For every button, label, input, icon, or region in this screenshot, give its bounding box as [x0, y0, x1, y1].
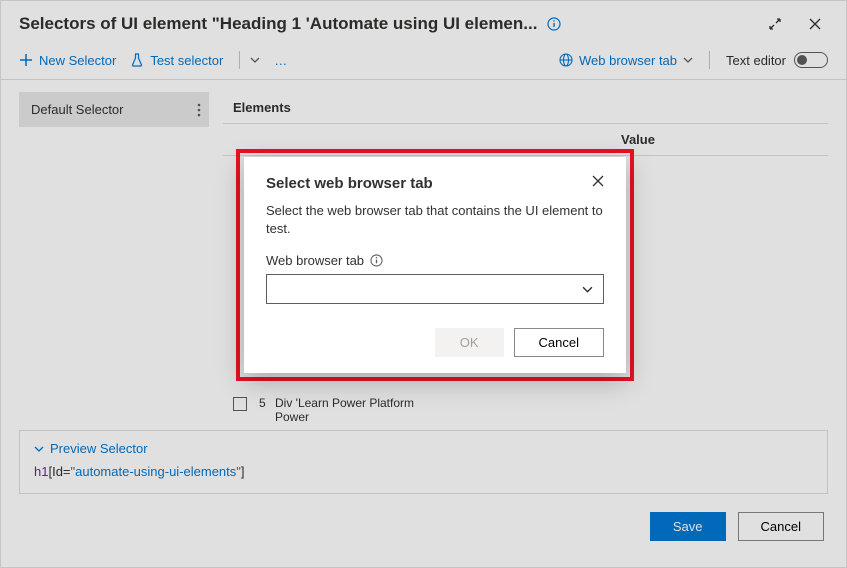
field-label: Web browser tab	[266, 253, 604, 268]
field-label-text: Web browser tab	[266, 253, 364, 268]
dialog-body: Select the web browser tab that contains…	[266, 202, 604, 237]
select-browser-tab-dialog: Select web browser tab Select the web br…	[244, 157, 626, 373]
dialog-highlight: Select web browser tab Select the web br…	[236, 149, 634, 381]
web-browser-tab-select[interactable]	[266, 274, 604, 304]
chevron-down-icon	[582, 284, 593, 295]
dialog-cancel-button[interactable]: Cancel	[514, 328, 604, 357]
info-icon[interactable]	[370, 254, 383, 267]
dialog-close-icon[interactable]	[592, 175, 604, 187]
dialog-title: Select web browser tab	[266, 175, 433, 192]
ok-button: OK	[435, 328, 504, 357]
